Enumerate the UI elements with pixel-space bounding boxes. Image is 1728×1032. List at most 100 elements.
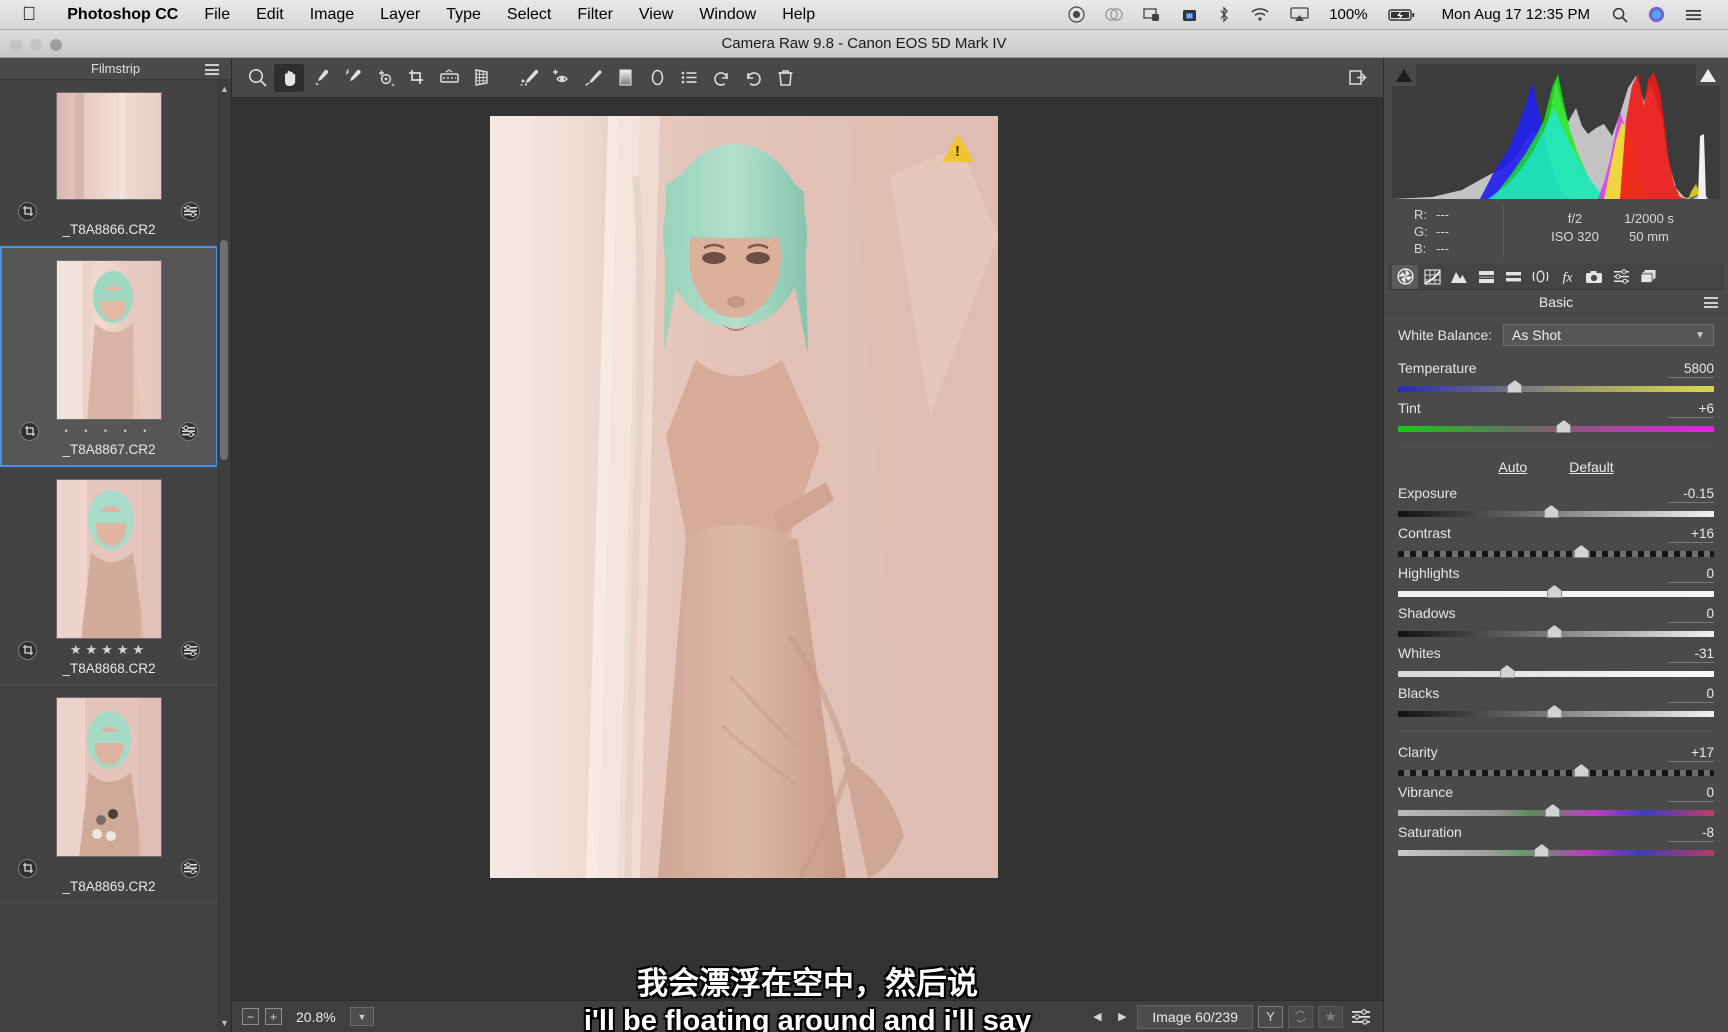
menu-item-filter[interactable]: Filter bbox=[564, 6, 626, 24]
slider-track[interactable] bbox=[1398, 850, 1714, 856]
slider-track[interactable] bbox=[1398, 426, 1714, 432]
slider-value[interactable]: +16 bbox=[1668, 526, 1714, 543]
window-traffic-lights[interactable] bbox=[10, 39, 62, 51]
menu-item-help[interactable]: Help bbox=[769, 6, 828, 24]
slider-knob[interactable] bbox=[1544, 505, 1559, 518]
list-item-selected[interactable]: • • • • • _T8A8867.CR2 bbox=[0, 246, 218, 467]
tab-snapshots[interactable] bbox=[1635, 265, 1661, 289]
slider-knob[interactable] bbox=[1545, 804, 1560, 817]
default-button[interactable]: Default bbox=[1569, 459, 1613, 475]
close-button[interactable] bbox=[10, 39, 22, 51]
white-balance-select[interactable]: As Shot ▼ bbox=[1503, 324, 1714, 346]
slider-tint[interactable]: Tint+6 bbox=[1398, 400, 1714, 432]
slider-track[interactable] bbox=[1398, 551, 1714, 557]
tab-camera-calibration[interactable] bbox=[1581, 265, 1607, 289]
crop-badge-icon[interactable] bbox=[18, 202, 37, 221]
auto-button[interactable]: Auto bbox=[1498, 459, 1527, 475]
search-icon[interactable] bbox=[1602, 7, 1638, 23]
siri-icon[interactable] bbox=[1638, 6, 1675, 23]
adjust-badge-icon[interactable] bbox=[179, 422, 198, 441]
straighten-tool[interactable] bbox=[434, 64, 464, 92]
slider-highlights[interactable]: Highlights0 bbox=[1398, 565, 1714, 597]
hand-tool[interactable] bbox=[274, 64, 304, 92]
red-eye-tool[interactable] bbox=[546, 64, 576, 92]
zoom-out-button[interactable]: − bbox=[242, 1008, 259, 1025]
slider-knob[interactable] bbox=[1500, 665, 1515, 678]
menu-item-edit[interactable]: Edit bbox=[243, 6, 297, 24]
sync-icon[interactable] bbox=[1288, 1006, 1313, 1028]
chevron-down-icon[interactable]: ▼ bbox=[350, 1007, 374, 1026]
rotate-left-tool[interactable] bbox=[706, 64, 736, 92]
preferences-tool[interactable] bbox=[674, 64, 704, 92]
list-item[interactable]: _T8A8869.CR2 bbox=[0, 685, 218, 903]
crop-tool[interactable] bbox=[402, 64, 432, 92]
slider-value[interactable]: +6 bbox=[1668, 401, 1714, 418]
battery-charging-icon[interactable] bbox=[1378, 8, 1426, 22]
menu-item-select[interactable]: Select bbox=[494, 6, 564, 24]
slider-value[interactable]: -8 bbox=[1668, 825, 1714, 842]
tab-presets[interactable] bbox=[1608, 265, 1634, 289]
slider-temperature[interactable]: Temperature5800 bbox=[1398, 360, 1714, 392]
slider-track[interactable] bbox=[1398, 671, 1714, 677]
slider-shadows[interactable]: Shadows0 bbox=[1398, 605, 1714, 637]
airplay-icon[interactable] bbox=[1280, 7, 1319, 22]
slider-track[interactable] bbox=[1398, 511, 1714, 517]
minimize-button[interactable] bbox=[30, 39, 42, 51]
slider-whites[interactable]: Whites-31 bbox=[1398, 645, 1714, 677]
next-image-button[interactable]: ▶ bbox=[1112, 1010, 1132, 1023]
slider-knob[interactable] bbox=[1547, 705, 1562, 718]
menu-item-window[interactable]: Window bbox=[686, 6, 769, 24]
slider-value[interactable]: 0 bbox=[1668, 785, 1714, 802]
tab-effects[interactable]: fx bbox=[1554, 265, 1580, 289]
dropbox-icon[interactable]: W bbox=[1171, 7, 1208, 23]
slider-knob[interactable] bbox=[1534, 844, 1549, 857]
slider-saturation[interactable]: Saturation-8 bbox=[1398, 824, 1714, 856]
slider-track[interactable] bbox=[1398, 770, 1714, 776]
thumbnail-image[interactable] bbox=[56, 479, 162, 639]
spot-removal-tool[interactable] bbox=[514, 64, 544, 92]
slider-value[interactable]: -0.15 bbox=[1668, 486, 1714, 503]
preview-image[interactable] bbox=[490, 116, 998, 878]
maximize-button[interactable] bbox=[50, 39, 62, 51]
scroll-down-arrow[interactable]: ▼ bbox=[220, 1018, 229, 1028]
toggle-fullscreen[interactable] bbox=[1343, 64, 1373, 92]
slider-track[interactable] bbox=[1398, 386, 1714, 392]
crop-badge-icon[interactable] bbox=[18, 859, 37, 878]
yellow-flag-button[interactable]: Y bbox=[1258, 1006, 1283, 1028]
radial-filter-tool[interactable] bbox=[642, 64, 672, 92]
tab-tone-curve[interactable] bbox=[1419, 265, 1445, 289]
zoom-in-button[interactable]: + bbox=[265, 1008, 282, 1025]
transform-tool[interactable] bbox=[466, 64, 496, 92]
slider-knob[interactable] bbox=[1507, 380, 1522, 393]
adjust-badge-icon[interactable] bbox=[181, 202, 200, 221]
menubar-clock[interactable]: Mon Aug 17 12:35 PM bbox=[1426, 6, 1602, 23]
clipping-warning-icon[interactable] bbox=[942, 134, 974, 162]
star-icon[interactable] bbox=[1318, 1006, 1343, 1028]
filmstrip-scrollbar[interactable]: ▲ ▼ bbox=[217, 80, 231, 1032]
rotate-right-tool[interactable] bbox=[738, 64, 768, 92]
slider-value[interactable]: -31 bbox=[1668, 646, 1714, 663]
graduated-filter-tool[interactable] bbox=[610, 64, 640, 92]
apple-logo-icon[interactable]:  bbox=[22, 5, 36, 24]
scrollbar-thumb[interactable] bbox=[220, 240, 228, 460]
delete-tool[interactable] bbox=[770, 64, 800, 92]
creative-cloud-icon[interactable] bbox=[1095, 6, 1133, 23]
slider-value[interactable]: 0 bbox=[1668, 566, 1714, 583]
slider-track[interactable] bbox=[1398, 591, 1714, 597]
shadow-clipping-button[interactable] bbox=[1392, 64, 1416, 86]
image-canvas[interactable] bbox=[232, 98, 1383, 1000]
menu-item-layer[interactable]: Layer bbox=[367, 6, 433, 24]
menu-item-type[interactable]: Type bbox=[433, 6, 494, 24]
slider-clarity[interactable]: Clarity+17 bbox=[1398, 744, 1714, 776]
screen-record-icon[interactable] bbox=[1058, 6, 1095, 23]
tab-detail[interactable] bbox=[1446, 265, 1472, 289]
slider-value[interactable]: +17 bbox=[1668, 745, 1714, 762]
zoom-tool[interactable] bbox=[242, 64, 272, 92]
filmstrip-list[interactable]: _T8A8866.CR2 bbox=[0, 80, 218, 1032]
targeted-adjustment-tool[interactable] bbox=[370, 64, 400, 92]
list-item[interactable]: ★★★★★ _T8A8868.CR2 bbox=[0, 467, 218, 685]
color-sampler-tool[interactable] bbox=[338, 64, 368, 92]
filmstrip-menu-icon[interactable] bbox=[205, 64, 219, 78]
menu-item-view[interactable]: View bbox=[626, 6, 686, 24]
menu-item-photoshop[interactable]: Photoshop CC bbox=[54, 6, 191, 24]
